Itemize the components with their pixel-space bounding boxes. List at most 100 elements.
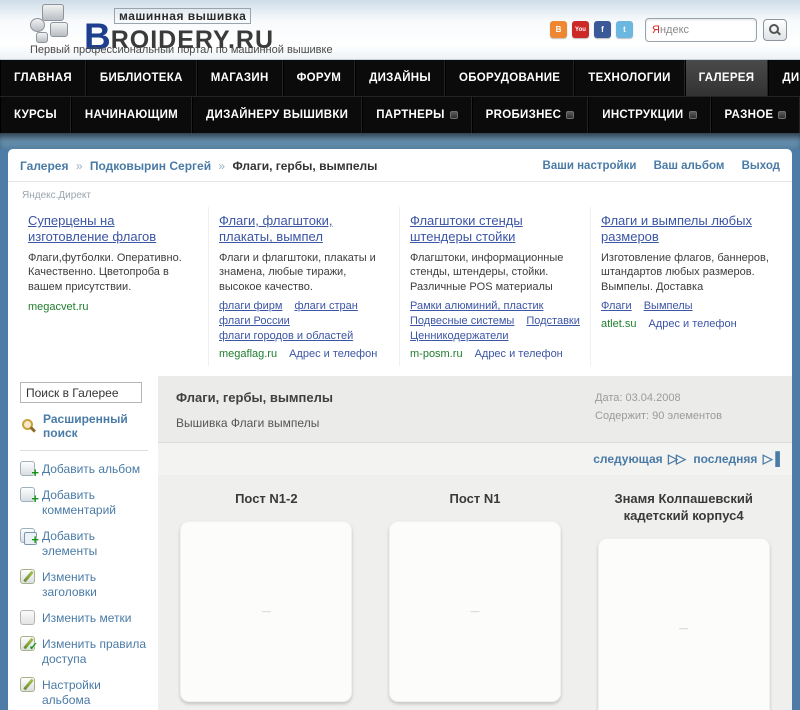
ad-block: Суперцены на изготовление флагов Флаги,ф… — [8, 203, 792, 376]
ad-domain-link[interactable]: megacvet.ru — [28, 301, 89, 313]
album-date: Дата: 03.04.2008 — [595, 392, 681, 405]
album-meta: Дата: 03.04.2008 Содержит: 90 элементов — [595, 390, 722, 430]
logo-machines-icon — [28, 4, 80, 44]
ad-sublink[interactable]: Подставки — [526, 315, 580, 327]
yandex-placeholder-rest: ндекс — [659, 24, 689, 36]
item-thumbnail[interactable]: — — [388, 520, 561, 702]
last-page-icon[interactable]: ▷▐ — [763, 451, 780, 466]
nav-item-technologies[interactable]: ТЕХНОЛОГИИ — [574, 60, 685, 96]
album-subtitle: Вышивка Флаги вымпелы — [176, 416, 320, 431]
nav-item-embroidery-designer[interactable]: ДИЗАЙНЕРУ ВЫШИВКИ — [192, 97, 363, 133]
ad-contact-link[interactable]: Адрес и телефон — [289, 348, 377, 360]
search-icon — [769, 24, 781, 36]
nav-item-instructions[interactable]: ИНСТРУКЦИИ — [588, 97, 711, 133]
user-links: Ваши настройки Ваш альбом Выход — [529, 160, 780, 172]
add-elements-icon — [20, 528, 39, 548]
add-album-icon — [20, 461, 39, 481]
gallery-search-input[interactable] — [20, 382, 142, 404]
nav-item-designs[interactable]: ДИЗАЙНЫ — [355, 60, 445, 96]
breadcrumb-author[interactable]: Подковырин Сергей — [90, 159, 211, 173]
ad-sublink[interactable]: Рамки алюминий, пластик — [410, 300, 544, 312]
nav-item-shop[interactable]: МАГАЗИН — [196, 60, 283, 96]
dropdown-icon — [778, 111, 787, 119]
ad-title-link[interactable]: Суперцены на изготовление флагов — [28, 213, 198, 246]
nav-item-library[interactable]: БИБЛИОТЕКА — [85, 60, 197, 96]
ad-sublink[interactable]: Вымпелы — [644, 300, 693, 312]
ad-sublink[interactable]: флаги стран — [294, 300, 357, 312]
user-album-link[interactable]: Ваш альбом — [654, 160, 725, 172]
item-title[interactable]: Пост N1 — [371, 491, 579, 508]
ad-title-link[interactable]: Флагштоки стенды штендеры стойки — [410, 213, 580, 246]
social-icons: B You f t — [550, 21, 633, 38]
add-comment-icon — [20, 487, 39, 507]
advanced-search-link[interactable]: Расширенный поиск — [22, 412, 152, 440]
facebook-icon[interactable]: f — [594, 21, 611, 38]
item-title[interactable]: Пост N1-2 — [162, 491, 370, 508]
sidebar-item-album-settings[interactable]: Настройки альбома — [20, 677, 152, 708]
user-settings-link[interactable]: Ваши настройки — [543, 160, 637, 172]
sidebar-item-edit-titles[interactable]: Изменить заголовки — [20, 569, 152, 600]
yandex-placeholder-ya: Я — [652, 24, 660, 36]
ad-sublink[interactable]: Ценникодержатели — [410, 330, 508, 342]
yandex-search-button[interactable] — [763, 19, 787, 41]
album-title: Флаги, гербы, вымпелы — [176, 390, 333, 406]
breadcrumb-separator: » — [75, 159, 83, 173]
ad-domain-link[interactable]: atlet.su — [601, 318, 636, 330]
next-page-icon[interactable]: ▷▷ — [668, 451, 686, 466]
yandex-search: Яндекс — [645, 18, 787, 42]
breadcrumb-current: Флаги, гербы, вымпелы — [232, 159, 378, 173]
ad-sublink[interactable]: флаги городов и областей — [219, 330, 353, 342]
gallery-header: Флаги, гербы, вымпелы Вышивка Флаги вымп… — [158, 376, 792, 443]
nav-item-partners[interactable]: ПАРТНЕРЫ — [362, 97, 472, 133]
main-nav: ГЛАВНАЯ БИБЛИОТЕКА МАГАЗИН ФОРУМ ДИЗАЙНЫ… — [0, 60, 800, 133]
nav-item-gallery[interactable]: ГАЛЕРЕЯ — [684, 60, 769, 96]
sidebar-item-add-comment[interactable]: Добавить комментарий — [20, 487, 152, 518]
sidebar-item-add-album[interactable]: Добавить альбом — [20, 461, 152, 481]
ad-sublink[interactable]: Подвесные системы — [410, 315, 514, 327]
yandex-search-input[interactable]: Яндекс — [645, 18, 757, 42]
ad-domain-link[interactable]: m-posm.ru — [410, 348, 463, 360]
ad-item: Флаги, флагштоки, плакаты, вымпел Флаги … — [209, 207, 400, 367]
nav-item-beginners[interactable]: НАЧИНАЮЩИМ — [70, 97, 193, 133]
nav-item-equipment[interactable]: ОБОРУДОВАНИЕ — [444, 60, 575, 96]
ad-contact-link[interactable]: Адрес и телефон — [475, 348, 563, 360]
ad-title-link[interactable]: Флаги, флагштоки, плакаты, вымпел — [219, 213, 389, 246]
ad-sublink[interactable]: флаги фирм — [219, 300, 282, 312]
nav-shadow-band — [0, 133, 800, 149]
nav-item-forum[interactable]: ФОРУМ — [282, 60, 356, 96]
youtube-icon[interactable]: You — [572, 21, 589, 38]
ad-sublink[interactable]: флаги России — [219, 315, 290, 327]
dropdown-icon — [688, 111, 697, 119]
pagination-next-link[interactable]: следующая — [593, 452, 662, 466]
sidebar-item-edit-access[interactable]: Изменить правила доступа — [20, 636, 152, 667]
ad-item: Флагштоки стенды штендеры стойки Флагшто… — [400, 207, 591, 367]
album-settings-icon — [20, 677, 35, 693]
ad-body: Флаги,футболки. Оперативно. Качественно.… — [28, 251, 182, 294]
item-thumbnail[interactable]: — — [180, 520, 353, 702]
nav-item-courses[interactable]: КУРСЫ — [0, 97, 71, 133]
nav-item-misc[interactable]: РАЗНОЕ — [710, 97, 800, 133]
breadcrumb-gallery[interactable]: Галерея — [20, 159, 68, 173]
ad-contact-link[interactable]: Адрес и телефон — [648, 318, 736, 330]
item-thumbnail[interactable]: — — [597, 537, 770, 710]
ad-title-link[interactable]: Флаги и вымпелы любых размеров — [601, 213, 772, 246]
sidebar-item-edit-tags[interactable]: Изменить метки — [20, 610, 152, 626]
yandex-direct-label: Яндекс.Директ — [22, 190, 91, 201]
blogger-icon[interactable]: B — [550, 21, 567, 38]
breadcrumb-bar: Галерея » Подковырин Сергей » Флаги, гер… — [8, 149, 792, 182]
item-title[interactable]: Знамя Колпашевский кадетский корпус4 — [580, 491, 788, 525]
sidebar-item-add-elements[interactable]: Добавить элементы — [20, 528, 152, 559]
ad-sublink[interactable]: Флаги — [601, 300, 632, 312]
pagination-last-link[interactable]: последняя — [693, 452, 757, 466]
gallery-main: Флаги, гербы, вымпелы Вышивка Флаги вымп… — [158, 376, 792, 710]
twitter-icon[interactable]: t — [616, 21, 633, 38]
logout-link[interactable]: Выход — [742, 160, 780, 172]
nav-item-probusiness[interactable]: PROБИЗНЕС — [471, 97, 589, 133]
gallery-item: Знамя Колпашевский кадетский корпус4 — Д… — [580, 491, 788, 710]
nav-item-home[interactable]: ГЛАВНАЯ — [0, 60, 86, 96]
ad-domain-link[interactable]: megaflag.ru — [219, 348, 277, 360]
nav-item-designers[interactable]: ДИЗАЙНЕРЫ — [768, 60, 800, 96]
advanced-search-icon — [22, 419, 36, 433]
gallery-items: Пост N1-2 — Дата: 10.06.2015 Новый « опе… — [158, 475, 792, 710]
ad-item: Флаги и вымпелы любых размеров Изготовле… — [591, 207, 782, 366]
